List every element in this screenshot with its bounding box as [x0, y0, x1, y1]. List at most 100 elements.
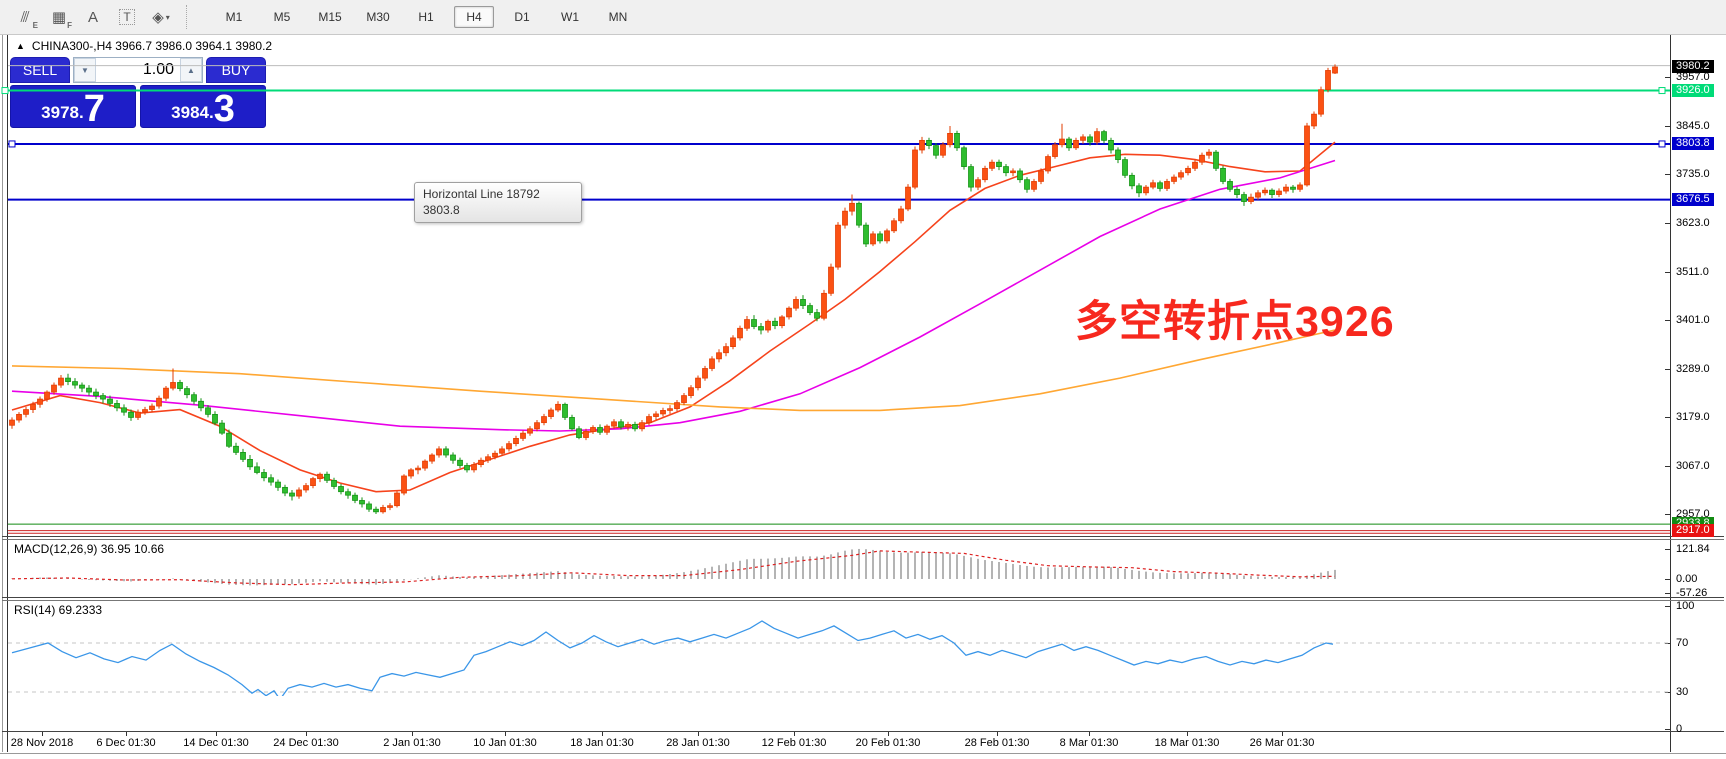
price-badge: 2917.0	[1672, 524, 1714, 537]
candle-body	[381, 507, 386, 511]
timeframe-button-mn[interactable]: MN	[598, 6, 638, 28]
candle-body	[584, 431, 589, 437]
candle-body	[304, 486, 309, 490]
candle-body	[1074, 140, 1079, 147]
rsi-label: RSI(14) 69.2333	[14, 603, 102, 617]
price-badge: 3676.5	[1672, 193, 1714, 206]
rsi-axis-label: 0	[1676, 723, 1682, 735]
candle-body	[402, 476, 407, 493]
candle-body	[87, 388, 92, 392]
candle-body	[486, 457, 491, 460]
line-handle[interactable]	[1659, 141, 1665, 147]
price-chart[interactable]	[0, 36, 1726, 537]
candle-body	[283, 487, 288, 493]
candle-body	[1158, 183, 1163, 189]
candle-body	[1011, 171, 1016, 173]
rsi-tick-mark	[1665, 729, 1670, 730]
candle-body	[395, 493, 400, 506]
candle-body	[626, 424, 631, 427]
price-badge: 3980.2	[1672, 60, 1714, 73]
line-handle[interactable]	[9, 141, 15, 147]
candle-body	[423, 461, 428, 468]
line-handle[interactable]	[1659, 88, 1665, 94]
candle-body	[892, 221, 897, 231]
main-macd-separator-2	[2, 539, 1724, 540]
timeframe-button-w1[interactable]: W1	[550, 6, 590, 28]
timeframe-button-h4[interactable]: H4	[454, 6, 494, 28]
candle-body	[941, 145, 946, 155]
timeframe-button-m30[interactable]: M30	[358, 6, 398, 28]
candle-body	[255, 467, 260, 473]
candle-body	[416, 468, 421, 470]
timeframe-button-m1[interactable]: M1	[214, 6, 254, 28]
candle-body	[360, 500, 365, 503]
candle-body	[150, 406, 155, 409]
candle-body	[654, 414, 659, 417]
candle-body	[1256, 193, 1261, 197]
candle-body	[1305, 126, 1310, 185]
candle-body	[542, 417, 547, 423]
candle-body	[367, 504, 372, 509]
candle-body	[178, 382, 183, 388]
candle-body	[1067, 139, 1072, 148]
shapes-icon[interactable]: ◈▾	[146, 4, 176, 30]
candle-body	[430, 455, 435, 461]
crosshair-draw-icon[interactable]: ⫻E	[10, 4, 40, 30]
time-axis-label: 20 Feb 01:30	[856, 737, 921, 749]
timeframe-button-h1[interactable]: H1	[406, 6, 446, 28]
rsi-panel[interactable]	[0, 567, 1726, 696]
time-axis-label: 28 Nov 2018	[11, 737, 73, 749]
text-icon[interactable]: A	[78, 4, 108, 30]
text-icon: A	[88, 9, 98, 26]
candle-body	[108, 399, 113, 403]
line-handle[interactable]	[2, 88, 8, 94]
candle-body	[857, 203, 862, 225]
candle-body	[528, 429, 533, 433]
tooltip-line2: 3803.8	[423, 202, 573, 218]
candle-body	[1130, 175, 1135, 185]
candle-body	[948, 133, 953, 144]
candle-body	[143, 410, 148, 413]
time-axis-label: 28 Feb 01:30	[965, 737, 1030, 749]
candle-body	[605, 426, 610, 432]
time-axis-label: 28 Jan 01:30	[666, 737, 730, 749]
candle-body	[577, 429, 582, 438]
chart-text-annotation[interactable]: 多空转折点3926	[1075, 287, 1395, 349]
time-axis-label: 2 Jan 01:30	[383, 737, 441, 749]
text-label-icon[interactable]: T	[112, 4, 142, 30]
candle-body	[871, 234, 876, 244]
timeframe-button-m15[interactable]: M15	[310, 6, 350, 28]
candle-body	[731, 338, 736, 347]
candle-body	[122, 408, 127, 412]
candle-body	[619, 422, 624, 427]
candle-body	[59, 378, 64, 385]
grid-icon[interactable]: ▦F	[44, 4, 74, 30]
candle-body	[1326, 70, 1331, 89]
candle-body	[164, 388, 169, 398]
timeframe-button-m5[interactable]: M5	[262, 6, 302, 28]
candle-body	[829, 267, 834, 293]
candle-body	[759, 327, 764, 330]
crosshair-draw-icon: ⫻	[21, 9, 30, 26]
candle-body	[738, 328, 743, 338]
candle-body	[549, 410, 554, 417]
time-axis-label: 18 Mar 01:30	[1155, 737, 1220, 749]
candle-body	[556, 404, 561, 410]
candle-body	[1081, 137, 1086, 140]
candle-body	[269, 478, 274, 482]
candle-body	[297, 490, 302, 496]
timeframe-button-d1[interactable]: D1	[502, 6, 542, 28]
time-tick-mark	[1187, 732, 1188, 736]
candle-body	[227, 433, 232, 446]
candle-body	[437, 449, 442, 455]
candle-body	[703, 368, 708, 378]
tooltip-line1: Horizontal Line 18792	[423, 186, 573, 202]
candle-body	[1088, 137, 1093, 142]
candle-body	[1039, 171, 1044, 181]
candle-body	[206, 408, 211, 415]
candle-body	[836, 225, 841, 267]
time-tick-mark	[42, 732, 43, 736]
candle-body	[850, 203, 855, 211]
toolbar-separator	[186, 5, 194, 29]
candle-body	[10, 420, 15, 425]
